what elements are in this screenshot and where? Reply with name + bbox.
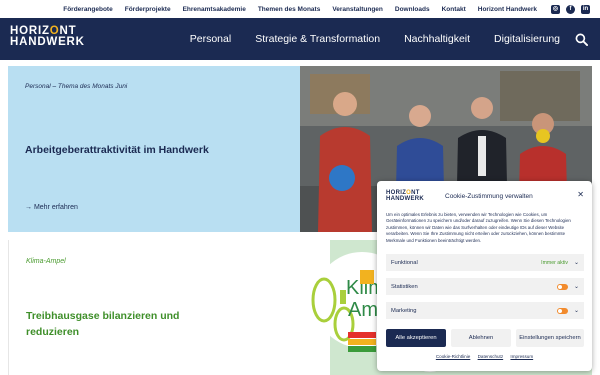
topbar-link-downloads[interactable]: Downloads [395,6,430,13]
klima-ampel-teaser[interactable]: Klima-Ampel Treibhausgase bilanzieren un… [8,240,300,375]
cookie-logo: HORIZONT HANDWERK [386,190,425,202]
reject-button[interactable]: Ablehnen [451,329,511,347]
chevron-down-icon[interactable]: ⌄ [574,283,579,290]
always-active-status: Immer aktiv [541,259,568,266]
top-utility-bar: Förderangebote Förderprojekte Ehrenamtsa… [0,0,600,18]
nav-item-personal[interactable]: Personal [190,33,231,45]
cookie-category-funktional[interactable]: Funktional Immer aktiv ⌄ [386,254,584,271]
save-settings-button[interactable]: Einstellungen speichern [516,329,584,347]
cookie-footer-links: Cookie-Richtlinie Datenschutz Impressum [377,354,592,359]
card2-title: Treibhausgase bilanzieren und reduzieren [26,310,180,338]
privacy-link[interactable]: Datenschutz [478,354,504,359]
nav-item-strategie-transformation[interactable]: Strategie & Transformation [255,33,380,45]
search-icon[interactable] [575,33,588,46]
nav-item-nachhaltigkeit[interactable]: Nachhaltigkeit [404,33,470,45]
site-logo[interactable]: HORIZONT HANDWERK [10,25,85,48]
page: Förderangebote Förderprojekte Ehrenamtsa… [0,0,600,375]
hero-title: Arbeitgeberattraktivität im Handwerk [25,144,209,156]
chevron-down-icon[interactable]: ⌄ [574,259,579,266]
hero-more-link[interactable]: → Mehr erfahren [25,204,78,211]
main-header: HORIZONT HANDWERK Personal Strategie & T… [0,18,600,60]
statistiken-toggle[interactable] [556,283,568,290]
hero-tag: Personal – Thema des Monats Juni [25,83,128,90]
cookie-consent-dialog: HORIZONT HANDWERK Cookie-Zustimmung verw… [377,181,592,371]
topbar-link-foerderprojekte[interactable]: Förderprojekte [125,6,171,13]
linkedin-icon[interactable]: in [581,4,590,14]
topbar-link-ehrenamtsakademie[interactable]: Ehrenamtsakademie [183,6,246,13]
topbar-link-foerderangebote[interactable]: Förderangebote [63,6,112,13]
topbar-link-themen-des-monats[interactable]: Themen des Monats [258,6,320,13]
hero-teaser[interactable]: Personal – Thema des Monats Juni Arbeitg… [8,66,300,232]
topbar-link-kontakt[interactable]: Kontakt [442,6,466,13]
topbar-link-horizont-handwerk[interactable]: Horizont Handwerk [478,6,537,13]
cookie-category-statistiken[interactable]: Statistiken ⌄ [386,278,584,295]
topbar-link-veranstaltungen[interactable]: Veranstaltungen [332,6,383,13]
main-nav: Personal Strategie & Transformation Nach… [190,18,560,60]
cookie-description: Um ein optimales Erlebnis zu bieten, ver… [386,212,571,243]
imprint-link[interactable]: Impressum [510,354,533,359]
cookie-title: Cookie-Zustimmung verwalten [445,193,533,200]
cookie-category-marketing[interactable]: Marketing ⌄ [386,302,584,319]
chevron-down-icon[interactable]: ⌄ [574,307,579,314]
social-links: ◎ f in [551,4,590,14]
close-icon[interactable]: ✕ [577,190,584,199]
instagram-icon[interactable]: ◎ [551,4,560,14]
nav-item-digitalisierung[interactable]: Digitalisierung [494,33,560,45]
marketing-toggle[interactable] [556,307,568,314]
card2-tag: Klima-Ampel [26,258,66,265]
cookie-policy-link[interactable]: Cookie-Richtlinie [436,354,470,359]
accept-all-button[interactable]: Alle akzeptieren [386,329,446,347]
facebook-icon[interactable]: f [566,4,575,14]
